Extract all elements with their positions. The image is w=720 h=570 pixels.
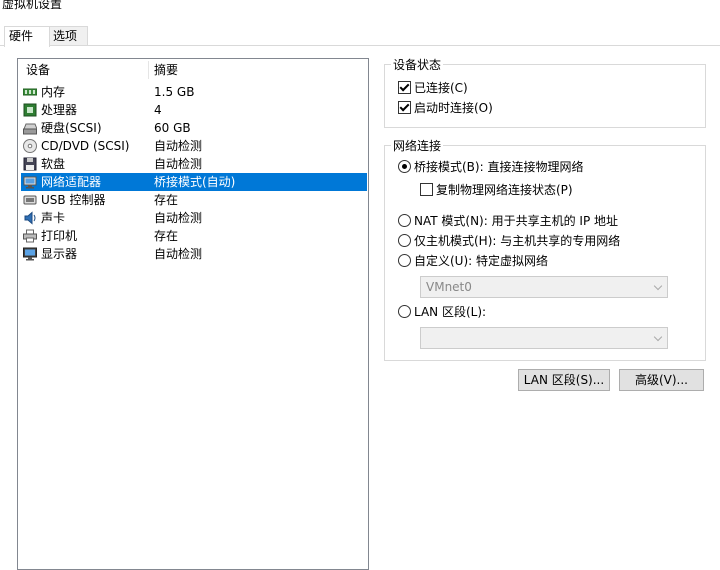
- device-name: 显示器: [41, 247, 78, 261]
- device-summary: 存在: [154, 229, 179, 243]
- device-row-monitor[interactable]: 显示器 自动检测: [21, 245, 367, 263]
- custom-radio[interactable]: [398, 254, 411, 267]
- chevron-down-icon: [653, 281, 663, 291]
- device-name: 硬盘(SCSI): [41, 121, 102, 135]
- printer-icon: [23, 229, 37, 243]
- custom-network-dropdown[interactable]: VMnet0: [420, 276, 668, 298]
- device-name: 网络适配器: [41, 175, 102, 189]
- device-summary: 自动检测: [154, 211, 203, 225]
- nat-radio[interactable]: [398, 214, 411, 227]
- host-only-radio[interactable]: [398, 234, 411, 247]
- custom-network-value: VMnet0: [426, 280, 472, 294]
- column-header-device[interactable]: 设备: [26, 59, 50, 81]
- network-connection-title: 网络连接: [391, 137, 444, 154]
- column-header-summary[interactable]: 摘要: [154, 59, 178, 81]
- device-summary: 自动检测: [154, 139, 203, 153]
- chevron-down-icon: [653, 332, 663, 342]
- device-name: CD/DVD (SCSI): [41, 139, 130, 153]
- title-bar: 虚拟机设置: [0, 0, 720, 18]
- device-row-sound[interactable]: 声卡 自动检测: [21, 209, 367, 227]
- tab-hardware[interactable]: 硬件: [4, 26, 50, 47]
- lan-segment-dropdown[interactable]: [420, 327, 668, 349]
- device-row-memory[interactable]: 内存 1.5 GB: [21, 83, 367, 101]
- device-name: 处理器: [41, 103, 78, 117]
- device-summary: 存在: [154, 193, 179, 207]
- device-row-processor[interactable]: 处理器 4: [21, 101, 367, 119]
- lan-segments-button[interactable]: LAN 区段(S)...: [518, 369, 610, 391]
- device-row-usb[interactable]: USB 控制器 存在: [21, 191, 367, 209]
- lan-segment-radio[interactable]: [398, 305, 411, 318]
- device-summary: 60 GB: [154, 121, 191, 135]
- replicate-state-checkbox[interactable]: [420, 183, 433, 196]
- harddisk-icon: [23, 121, 38, 135]
- device-list[interactable]: 设备 摘要 内存 1.5 GB 处理器 4 硬盘(SCSI) 60 GB CD/…: [17, 58, 369, 570]
- bridged-label[interactable]: 桥接模式(B): 直接连接物理网络: [414, 158, 583, 175]
- floppy-icon: [23, 157, 37, 171]
- device-summary: 自动检测: [154, 247, 203, 261]
- device-status-title: 设备状态: [391, 56, 444, 73]
- lan-segment-label[interactable]: LAN 区段(L):: [414, 303, 486, 320]
- usb-icon: [23, 193, 37, 207]
- advanced-button[interactable]: 高级(V)...: [619, 369, 704, 391]
- bridged-radio[interactable]: [398, 160, 411, 173]
- device-row-cd-dvd[interactable]: CD/DVD (SCSI) 自动检测: [21, 137, 367, 155]
- device-summary: 4: [154, 103, 162, 117]
- device-summary: 桥接模式(自动): [154, 175, 236, 189]
- monitor-icon: [23, 247, 37, 261]
- device-name: 声卡: [41, 211, 66, 225]
- device-status-group: [384, 64, 706, 128]
- memory-icon: [22, 85, 38, 99]
- custom-label[interactable]: 自定义(U): 特定虚拟网络: [414, 252, 548, 269]
- connected-label[interactable]: 已连接(C): [414, 79, 468, 96]
- connected-checkbox[interactable]: [398, 81, 411, 94]
- device-summary: 1.5 GB: [154, 85, 195, 99]
- column-divider: [148, 61, 149, 79]
- device-name: 内存: [41, 85, 66, 99]
- connect-at-power-on-label[interactable]: 启动时连接(O): [414, 99, 493, 116]
- device-summary: 自动检测: [154, 157, 203, 171]
- device-row-floppy[interactable]: 软盘 自动检测: [21, 155, 367, 173]
- network-adapter-icon: [23, 175, 37, 189]
- device-row-network-adapter[interactable]: 网络适配器 桥接模式(自动): [21, 173, 367, 191]
- replicate-state-label[interactable]: 复制物理网络连接状态(P): [436, 181, 573, 198]
- window-title: 虚拟机设置: [2, 0, 63, 11]
- device-row-printer[interactable]: 打印机 存在: [21, 227, 367, 245]
- processor-icon: [23, 103, 37, 117]
- cd-dvd-icon: [23, 139, 37, 153]
- device-name: 打印机: [41, 229, 78, 243]
- device-row-harddisk[interactable]: 硬盘(SCSI) 60 GB: [21, 119, 367, 137]
- sound-icon: [23, 211, 37, 225]
- device-name: 软盘: [41, 157, 66, 171]
- nat-label[interactable]: NAT 模式(N): 用于共享主机的 IP 地址: [414, 212, 618, 229]
- host-only-label[interactable]: 仅主机模式(H): 与主机共享的专用网络: [414, 232, 620, 249]
- connect-at-power-on-checkbox[interactable]: [398, 101, 411, 114]
- tab-options[interactable]: 选项: [48, 26, 88, 46]
- device-name: USB 控制器: [41, 193, 106, 207]
